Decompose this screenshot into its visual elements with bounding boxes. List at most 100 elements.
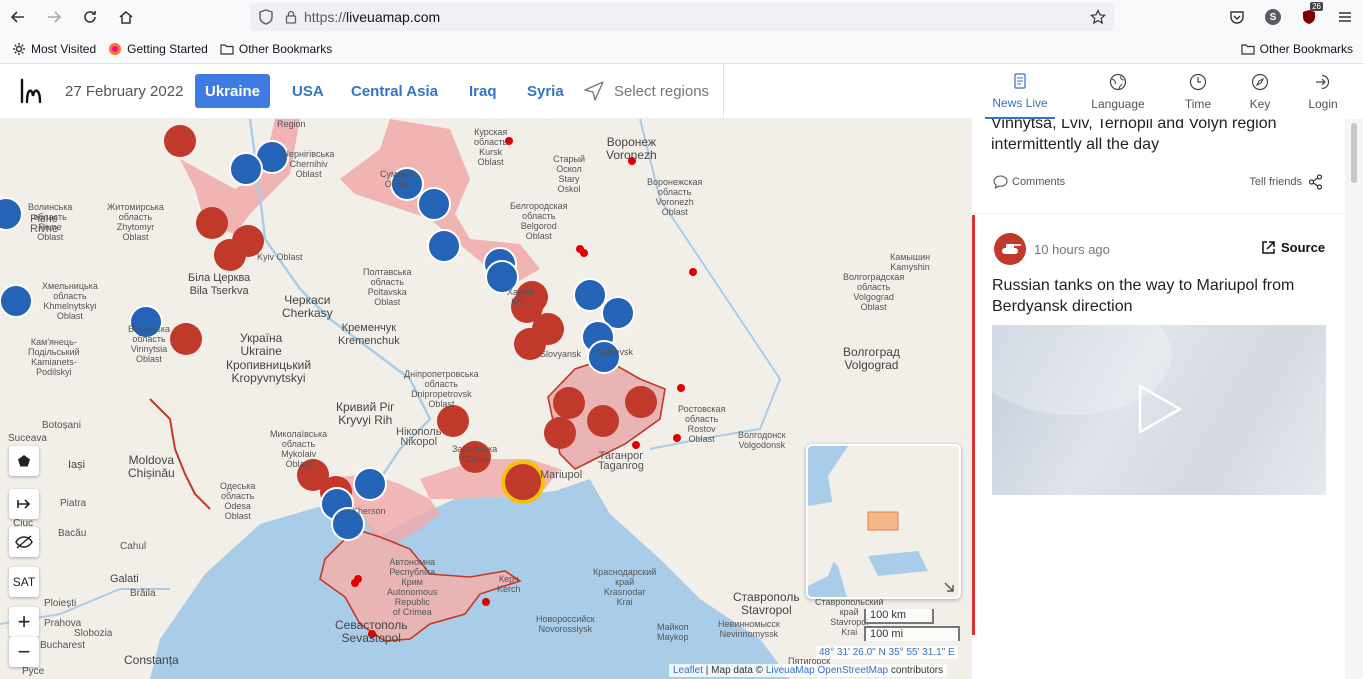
- red-event-marker[interactable]: [625, 386, 657, 418]
- tab-syria[interactable]: Syria: [517, 74, 574, 108]
- pentagon-icon: [18, 455, 30, 467]
- region-label: Кам'янець- Подільський Kamianets- Podilskyi: [28, 337, 80, 377]
- measure-button[interactable]: [9, 489, 39, 519]
- header-date[interactable]: 27 February 2022: [65, 83, 183, 100]
- news-feed[interactable]: Vinnytsa, Lviv, Ternopil and Volyn regio…: [972, 119, 1345, 679]
- tab-time[interactable]: Time: [1163, 64, 1233, 119]
- navigation-arrow-icon: [584, 81, 604, 101]
- osm-link[interactable]: LiveuaMap OpenStreetMap: [766, 665, 888, 676]
- clock-icon: [1189, 73, 1207, 90]
- tab-label: Language: [1091, 96, 1145, 111]
- tab-label: Login: [1308, 96, 1338, 111]
- blue-event-marker[interactable]: [587, 340, 621, 374]
- region-label: Одеська область Odesa Oblast: [220, 481, 256, 521]
- city-label: Moldova Chișinău: [128, 453, 175, 480]
- draw-polygon-button[interactable]: [9, 446, 39, 476]
- arrow-right-icon: [48, 11, 62, 23]
- eye-slash-icon: [15, 535, 33, 549]
- menu-button[interactable]: [1327, 0, 1363, 34]
- url-host: liveuamap.com: [346, 9, 441, 25]
- firefox-icon: [109, 42, 122, 55]
- red-event-marker[interactable]: [164, 125, 196, 157]
- url-bar[interactable]: https://liveuamap.com: [250, 3, 1114, 31]
- blue-event-marker[interactable]: [353, 467, 387, 501]
- blue-event-marker[interactable]: [0, 284, 33, 318]
- blue-event-marker[interactable]: [427, 229, 461, 263]
- map-attribution: Leaflet | Map data © LiveuaMap OpenStree…: [669, 664, 948, 677]
- tab-language[interactable]: Language: [1083, 64, 1153, 119]
- blue-event-marker[interactable]: [229, 152, 263, 186]
- blue-event-marker[interactable]: [0, 197, 23, 231]
- tab-usa[interactable]: USA: [282, 74, 334, 108]
- share-link[interactable]: Tell friends: [1249, 174, 1323, 190]
- zoom-out-button[interactable]: −: [9, 637, 39, 667]
- tab-label: News Live: [992, 95, 1048, 110]
- blue-event-marker[interactable]: [417, 187, 451, 221]
- bookmark-other-bookmarks-right[interactable]: Other Bookmarks: [1241, 42, 1353, 56]
- leaflet-link[interactable]: Leaflet: [673, 665, 703, 676]
- pocket-button[interactable]: [1219, 0, 1255, 34]
- tab-iraq[interactable]: Iraq: [459, 74, 507, 108]
- url-prefix: https://: [304, 9, 347, 25]
- scroll-thumb[interactable]: [1351, 123, 1357, 183]
- region-label: Slovyansk: [540, 349, 582, 359]
- region-label: Камышин Kamyshin: [890, 252, 931, 272]
- minimap-land: [808, 446, 959, 597]
- minimap[interactable]: [806, 444, 961, 599]
- tab-key[interactable]: Key: [1225, 64, 1295, 119]
- select-regions-button[interactable]: Select regions: [582, 74, 709, 108]
- city-label: Constanța: [124, 653, 179, 667]
- satellite-toggle-button[interactable]: SAT: [9, 567, 39, 597]
- tab-login[interactable]: Login: [1288, 64, 1358, 119]
- scale-mi: 100 mi: [864, 626, 960, 641]
- news-panel: News Live Language Time Key Login Vinnyt…: [972, 64, 1363, 679]
- bookmark-most-visited[interactable]: Most Visited: [12, 42, 96, 56]
- bookmark-getting-started[interactable]: Getting Started: [108, 42, 208, 56]
- star-icon[interactable]: [1090, 9, 1106, 25]
- folder-icon: [220, 43, 234, 55]
- hide-markers-button[interactable]: [9, 527, 39, 557]
- red-event-marker[interactable]: [214, 239, 246, 271]
- tab-ukraine[interactable]: Ukraine: [195, 74, 271, 108]
- news-card[interactable]: Vinnytsa, Lviv, Ternopil and Volyn regio…: [972, 119, 1345, 214]
- source-link[interactable]: Source: [1261, 240, 1325, 255]
- red-event-marker[interactable]: [544, 417, 576, 449]
- home-button[interactable]: [108, 0, 144, 34]
- blue-event-marker[interactable]: [573, 278, 607, 312]
- liveuamap-logo[interactable]: [18, 76, 48, 106]
- region-label: Краснодарский край Krasnodar Krai: [593, 567, 657, 607]
- scale-km: 100 km: [864, 609, 934, 624]
- region-label: Bacău: [58, 528, 87, 539]
- region-label: Вінницька область Vinnytsia Oblast: [128, 324, 170, 364]
- bookmark-other-bookmarks[interactable]: Other Bookmarks: [220, 42, 332, 56]
- red-event-marker[interactable]: [170, 323, 202, 355]
- red-event-marker[interactable]: [553, 387, 585, 419]
- red-event-marker[interactable]: [437, 405, 469, 437]
- tab-news-live[interactable]: News Live: [985, 64, 1055, 119]
- video-thumbnail[interactable]: [992, 325, 1326, 495]
- news-text[interactable]: Vinnytsa, Lviv, Ternopil and Volyn regio…: [991, 119, 1321, 155]
- region-label: Белгородская область Belgorod Oblast: [510, 201, 568, 241]
- news-text[interactable]: Russian tanks on the way to Mariupol fro…: [992, 275, 1322, 317]
- attribution-text: | Map data ©: [703, 665, 766, 676]
- back-button[interactable]: [0, 0, 36, 34]
- play-icon[interactable]: [1136, 383, 1184, 435]
- region-label: Kyiv Oblast: [257, 252, 303, 262]
- pocket-icon: [1230, 11, 1244, 24]
- red-event-marker[interactable]: [196, 207, 228, 239]
- reload-button[interactable]: [72, 0, 108, 34]
- speech-bubble-icon: [993, 175, 1008, 189]
- account-button[interactable]: S: [1255, 0, 1291, 34]
- feed-scrollbar[interactable]: [1345, 119, 1363, 679]
- region-label: Region: [277, 119, 306, 129]
- red-event-marker[interactable]: [587, 405, 619, 437]
- comments-link[interactable]: Comments: [993, 175, 1065, 189]
- tab-central-asia[interactable]: Central Asia: [341, 74, 448, 108]
- ublock-extension-button[interactable]: 26: [1291, 0, 1327, 34]
- map-view[interactable]: Черкаси Cherkasy Україна Ukraine Кропивниц…: [0, 119, 972, 679]
- highlighted-tank-marker[interactable]: [501, 460, 545, 504]
- zoom-in-button[interactable]: +: [9, 607, 39, 637]
- minimap-collapse-icon[interactable]: [943, 581, 955, 593]
- forward-button[interactable]: [36, 0, 72, 34]
- news-card-selected[interactable]: 10 hours ago Source Russian tanks on the…: [972, 215, 1345, 635]
